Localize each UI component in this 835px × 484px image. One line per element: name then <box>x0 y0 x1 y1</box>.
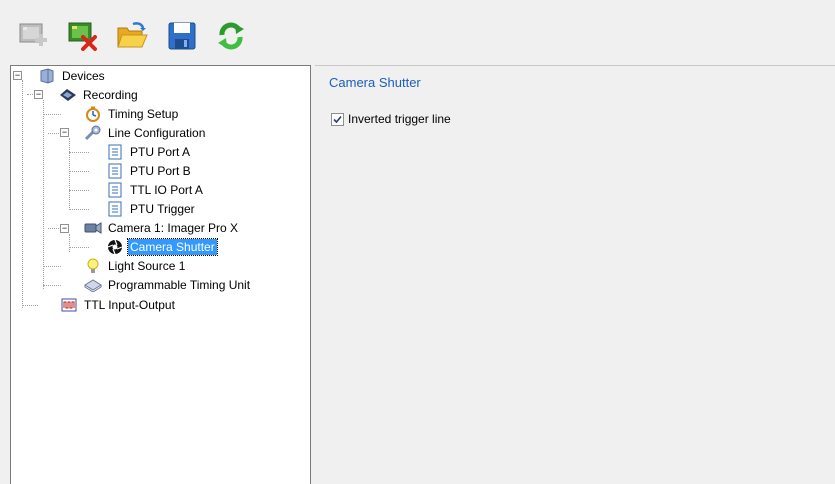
document-icon <box>106 143 124 161</box>
add-device-icon <box>19 23 47 46</box>
tree-line <box>43 114 61 115</box>
stopwatch-icon <box>84 105 102 123</box>
camera-icon <box>84 219 102 237</box>
devices-icon <box>38 67 56 85</box>
open-button[interactable] <box>115 19 149 53</box>
device-tree[interactable]: − − − − Devices Recording Timing Setup L… <box>10 65 311 484</box>
tree-line <box>43 266 61 267</box>
recording-icon <box>59 86 77 104</box>
inverted-trigger-line-checkbox[interactable] <box>331 112 344 126</box>
tree-line <box>43 100 44 289</box>
left-edge <box>0 0 10 484</box>
tree-node-ttl-input-output[interactable]: TTL Input-Output <box>60 295 177 314</box>
tree-line <box>69 209 89 210</box>
tree-node-ptu[interactable]: Programmable Timing Unit <box>84 275 252 294</box>
shutter-icon <box>106 238 124 256</box>
section-title: Camera Shutter <box>329 75 421 90</box>
tree-node-label: Line Configuration <box>108 125 206 140</box>
tree-node-label: PTU Port A <box>130 144 191 159</box>
tree-line <box>22 305 38 306</box>
tree-line <box>69 152 89 153</box>
tree-node-ptu-port-a[interactable]: PTU Port A <box>106 142 192 161</box>
tree-node-label: Devices <box>62 68 105 83</box>
properties-panel: Camera Shutter Inverted trigger line <box>315 65 835 484</box>
tree-node-label: Recording <box>83 87 138 102</box>
tree-node-label: PTU Trigger <box>130 201 195 216</box>
tree-line <box>69 171 89 172</box>
tree-node-label: Camera 1: Imager Pro X <box>108 220 239 235</box>
save-button[interactable] <box>165 19 199 53</box>
tree-node-label: Light Source 1 <box>108 258 186 273</box>
tree-node-ptu-port-b[interactable]: PTU Port B <box>106 161 193 180</box>
tree-node-camera-shutter[interactable]: Camera Shutter <box>106 237 218 256</box>
tree-node-camera-1[interactable]: Camera 1: Imager Pro X <box>84 218 240 237</box>
tree-line <box>69 234 70 252</box>
tree-line <box>69 138 70 210</box>
inverted-trigger-line-option[interactable]: Inverted trigger line <box>331 112 451 126</box>
line-configuration-expander[interactable]: − <box>60 128 69 137</box>
devices-expander[interactable]: − <box>13 71 22 80</box>
tree-node-label: TTL Input-Output <box>84 297 175 312</box>
tree-line <box>69 190 89 191</box>
toolbar <box>0 0 835 65</box>
tree-node-recording[interactable]: Recording <box>59 85 140 104</box>
camera-1-expander[interactable]: − <box>60 224 69 233</box>
tree-line <box>43 285 61 286</box>
remove-device-button[interactable] <box>65 19 99 53</box>
remove-device-icon <box>68 22 97 51</box>
tree-node-label: TTL IO Port A <box>130 182 203 197</box>
light-bulb-icon <box>84 257 102 275</box>
timing-unit-icon <box>84 276 102 294</box>
tree-line <box>22 80 23 308</box>
checkmark-icon <box>333 115 342 123</box>
tree-node-label: Programmable Timing Unit <box>108 277 251 292</box>
document-icon <box>106 162 124 180</box>
tree-node-label: PTU Port B <box>130 163 191 178</box>
refresh-icon <box>218 22 244 50</box>
save-icon <box>168 22 196 50</box>
recording-expander[interactable]: − <box>34 90 43 99</box>
ttl-io-icon <box>60 296 78 314</box>
tree-node-label: Timing Setup <box>108 106 179 121</box>
document-icon <box>106 200 124 218</box>
open-folder-icon <box>117 22 148 48</box>
tree-line <box>69 247 89 248</box>
tree-node-ptu-trigger[interactable]: PTU Trigger <box>106 199 197 218</box>
tree-node-devices[interactable]: Devices <box>38 66 107 85</box>
tree-node-timing-setup[interactable]: Timing Setup <box>84 104 180 123</box>
refresh-button[interactable] <box>214 19 248 53</box>
document-icon <box>106 181 124 199</box>
tree-node-label: Camera Shutter <box>127 237 218 256</box>
tree-node-ttl-io-port-a[interactable]: TTL IO Port A <box>106 180 205 199</box>
checkbox-label: Inverted trigger line <box>348 112 451 126</box>
tree-node-line-configuration[interactable]: Line Configuration <box>84 123 207 142</box>
add-device-button[interactable] <box>16 19 50 53</box>
tree-node-light-source-1[interactable]: Light Source 1 <box>84 256 187 275</box>
wrench-icon <box>84 124 102 142</box>
